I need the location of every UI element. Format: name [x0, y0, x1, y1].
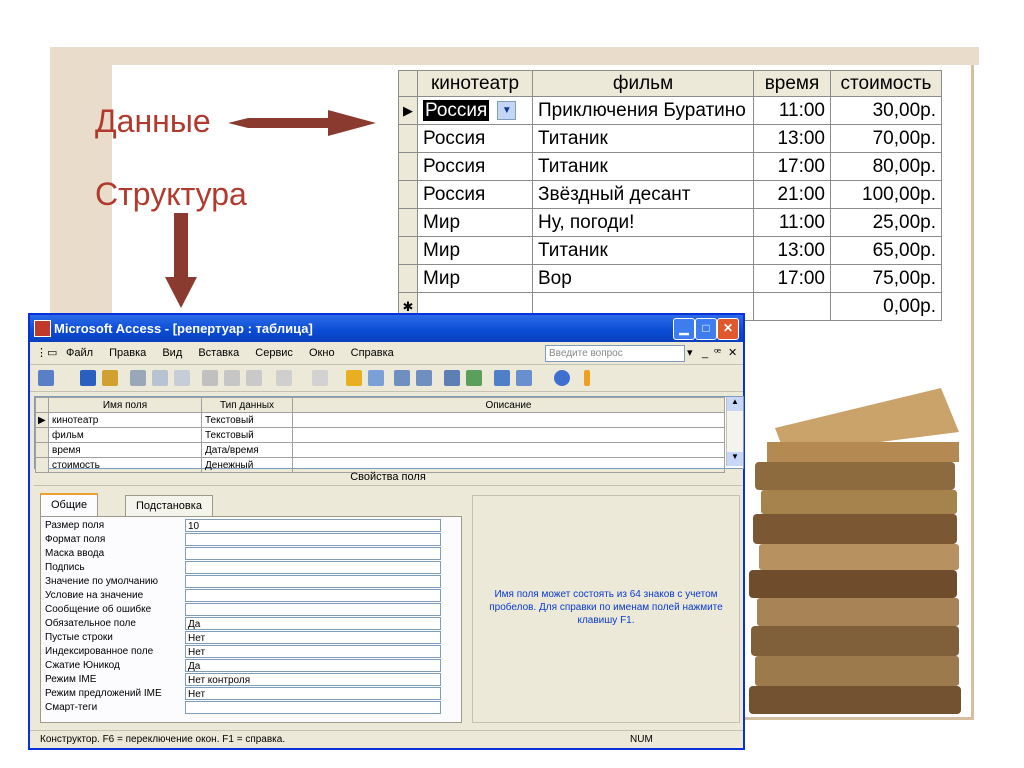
menu-file[interactable]: Файл — [66, 347, 93, 359]
database-window-icon[interactable] — [494, 370, 510, 386]
num-lock-indicator: NUM — [630, 734, 653, 745]
access-window: Microsoft Access - [репертуар : таблица]… — [28, 313, 745, 750]
maximize-icon[interactable]: □ — [695, 318, 717, 340]
field-properties-header: Свойства поля — [34, 469, 742, 486]
current-record-icon: ▶ — [398, 96, 418, 125]
title-bar[interactable]: Microsoft Access - [репертуар : таблица]… — [30, 315, 743, 342]
insert-rows-icon[interactable] — [394, 370, 410, 386]
menu-insert[interactable]: Вставка — [198, 347, 239, 359]
input-mask-input[interactable] — [185, 547, 441, 560]
menu-bar: ⋮▭ Файл Правка Вид Вставка Сервис Окно С… — [30, 342, 743, 365]
column-header[interactable]: фильм — [532, 70, 754, 97]
table-row[interactable]: ▶ Россия ▼ Приключения Буратино 11:00 30,… — [398, 96, 942, 125]
default-value-input[interactable] — [185, 575, 441, 588]
spelling-icon[interactable] — [174, 370, 190, 386]
column-header[interactable]: время — [753, 70, 831, 97]
validation-text-input[interactable] — [185, 603, 441, 616]
validation-rule-input[interactable] — [185, 589, 441, 602]
minimize-doc-icon[interactable]: _ — [702, 342, 708, 364]
table-row[interactable]: ▶ кинотеатр Текстовый — [35, 412, 725, 428]
close-doc-icon[interactable]: ✕ — [728, 342, 737, 364]
build-icon[interactable] — [466, 370, 482, 386]
vertical-scrollbar[interactable]: ▲ ▼ — [726, 397, 743, 466]
toolbar-options-icon[interactable] — [584, 370, 590, 386]
arrow-down-icon — [165, 213, 197, 308]
preview-icon[interactable] — [152, 370, 168, 386]
copy-icon[interactable] — [224, 370, 240, 386]
status-bar: Конструктор. F6 = переключение окон. F1 … — [30, 730, 743, 748]
column-header[interactable]: кинотеатр — [417, 70, 533, 97]
minimize-icon[interactable]: ▁ — [673, 318, 695, 340]
table-row[interactable]: время Дата/время — [35, 442, 725, 458]
undo-icon[interactable] — [276, 370, 292, 386]
menu-tools[interactable]: Сервис — [255, 347, 293, 359]
dropdown-arrow-icon[interactable]: ▾ — [687, 342, 693, 364]
tab-lookup[interactable]: Подстановка — [125, 495, 213, 516]
table-row[interactable]: Мир Вор 17:00 75,00р. — [398, 264, 942, 293]
new-object-icon[interactable] — [516, 370, 532, 386]
current-row-icon: ▶ — [35, 412, 49, 428]
field-design-grid: Имя поля Тип данных Описание ▶ кинотеатр… — [34, 396, 744, 473]
table-row[interactable]: фильм Текстовый — [35, 427, 725, 443]
column-header[interactable]: Тип данных — [201, 397, 293, 413]
menu-view[interactable]: Вид — [162, 347, 182, 359]
menu-window[interactable]: Окно — [309, 347, 335, 359]
table-row[interactable]: Россия Звёздный десант 21:00 100,00р. — [398, 180, 942, 209]
menu-edit[interactable]: Правка — [109, 347, 146, 359]
properties-icon[interactable] — [444, 370, 460, 386]
menu-grip-icon: ⋮▭ — [36, 347, 58, 359]
search-icon[interactable] — [102, 370, 118, 386]
column-header[interactable]: Имя поля — [48, 397, 202, 413]
status-text: Конструктор. F6 = переключение окон. F1 … — [40, 734, 286, 745]
field-properties-panel: Размер поля 10 Формат поля Маска ввода По… — [40, 516, 462, 723]
smart-tags-input[interactable] — [185, 701, 441, 714]
save-icon[interactable] — [80, 370, 96, 386]
scroll-up-icon[interactable]: ▲ — [727, 397, 743, 411]
dropdown-arrow-icon[interactable]: ▼ — [497, 100, 517, 120]
label-structure: Структура — [95, 176, 247, 212]
print-icon[interactable] — [130, 370, 146, 386]
arrow-right-icon — [228, 110, 376, 136]
close-icon[interactable]: ✕ — [717, 318, 739, 340]
window-title: Microsoft Access - [репертуар : таблица] — [54, 321, 313, 336]
view-icon[interactable] — [38, 370, 54, 386]
required-input[interactable]: Да — [185, 617, 441, 630]
column-header[interactable]: Описание — [292, 397, 725, 413]
primary-key-icon[interactable] — [346, 370, 362, 386]
caption-input[interactable] — [185, 561, 441, 574]
indexes-icon[interactable] — [368, 370, 384, 386]
table-row[interactable]: Россия Титаник 13:00 70,00р. — [398, 124, 942, 153]
cell-combo[interactable]: Россия ▼ — [417, 96, 533, 125]
question-input[interactable]: Введите вопрос — [545, 345, 685, 362]
table-row[interactable]: Мир Титаник 13:00 65,00р. — [398, 236, 942, 265]
label-data: Данные — [95, 103, 211, 139]
unicode-compression-input[interactable]: Да — [185, 659, 441, 672]
cut-icon[interactable] — [202, 370, 218, 386]
access-app-icon — [34, 320, 51, 337]
paste-icon[interactable] — [246, 370, 262, 386]
table-row[interactable]: Россия Титаник 17:00 80,00р. — [398, 152, 942, 181]
datasheet-table: кинотеатр фильм время стоимость ▶ Россия… — [398, 70, 942, 321]
books-stack-image — [749, 388, 961, 714]
restore-doc-icon[interactable]: ꟹ — [714, 342, 721, 364]
indexed-input[interactable]: Нет — [185, 645, 441, 658]
tab-general[interactable]: Общие — [40, 493, 99, 517]
ime-sentence-mode-input[interactable]: Нет — [185, 687, 441, 700]
format-input[interactable] — [185, 533, 441, 546]
column-header[interactable]: стоимость — [830, 70, 942, 97]
menu-help[interactable]: Справка — [351, 347, 394, 359]
table-row[interactable]: Мир Ну, погоди! 11:00 25,00р. — [398, 208, 942, 237]
help-icon[interactable] — [554, 370, 570, 386]
toolbar — [30, 365, 743, 392]
scroll-down-icon[interactable]: ▼ — [727, 452, 743, 466]
allow-zero-length-input[interactable]: Нет — [185, 631, 441, 644]
field-size-input[interactable]: 10 — [185, 519, 441, 532]
help-text: Имя поля может состоять из 64 знаков с у… — [489, 589, 723, 626]
redo-icon[interactable] — [312, 370, 328, 386]
delete-rows-icon[interactable] — [416, 370, 432, 386]
help-panel: Имя поля может состоять из 64 знаков с у… — [472, 495, 740, 723]
ime-mode-input[interactable]: Нет контроля — [185, 673, 441, 686]
